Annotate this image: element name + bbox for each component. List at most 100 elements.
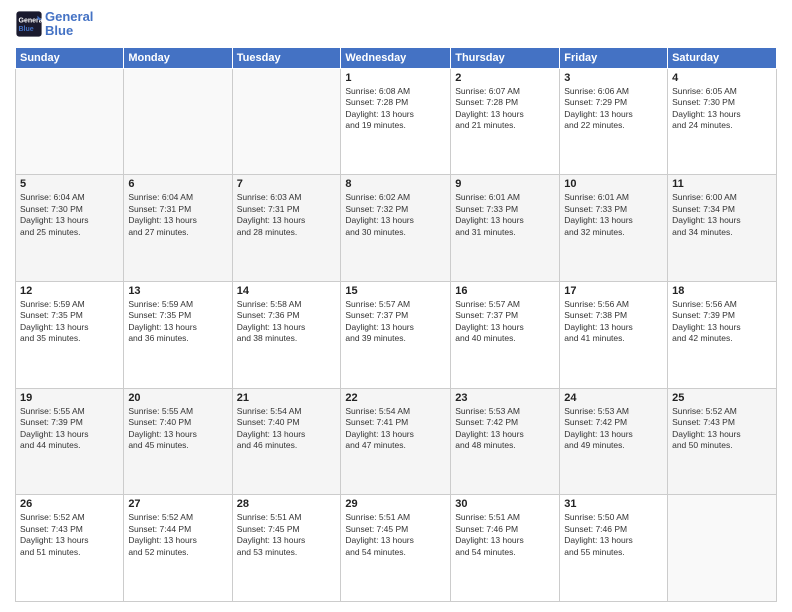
calendar-table: SundayMondayTuesdayWednesdayThursdayFrid…	[15, 47, 777, 602]
day-number: 19	[20, 392, 119, 404]
calendar-cell: 22 Sunrise: 5:54 AM Sunset: 7:41 PM Dayli…	[341, 388, 451, 495]
calendar-week-4: 19 Sunrise: 5:55 AM Sunset: 7:39 PM Dayli…	[16, 388, 777, 495]
calendar-cell: 26 Sunrise: 5:52 AM Sunset: 7:43 PM Dayli…	[16, 495, 124, 602]
day-info: Sunrise: 5:57 AM Sunset: 7:37 PM Dayligh…	[455, 299, 555, 345]
day-number: 3	[564, 72, 663, 84]
day-number: 5	[20, 178, 119, 190]
calendar-cell	[16, 68, 124, 175]
header: General Blue GeneralBlue	[15, 10, 777, 39]
day-info: Sunrise: 6:04 AM Sunset: 7:30 PM Dayligh…	[20, 192, 119, 238]
calendar-cell: 16 Sunrise: 5:57 AM Sunset: 7:37 PM Dayli…	[451, 281, 560, 388]
day-info: Sunrise: 5:54 AM Sunset: 7:40 PM Dayligh…	[237, 406, 337, 452]
calendar-cell: 18Sunrise: 5:56 AM Sunset: 7:39 PM Dayli…	[668, 281, 777, 388]
calendar-cell: 25Sunrise: 5:52 AM Sunset: 7:43 PM Dayli…	[668, 388, 777, 495]
day-number: 13	[128, 285, 227, 297]
weekday-header-thursday: Thursday	[451, 47, 560, 68]
day-number: 1	[345, 72, 446, 84]
calendar-cell: 28Sunrise: 5:51 AM Sunset: 7:45 PM Dayli…	[232, 495, 341, 602]
calendar-page: General Blue GeneralBlue SundayMondayTue…	[0, 0, 792, 612]
day-number: 9	[455, 178, 555, 190]
day-info: Sunrise: 5:56 AM Sunset: 7:38 PM Dayligh…	[564, 299, 663, 345]
calendar-cell: 19 Sunrise: 5:55 AM Sunset: 7:39 PM Dayli…	[16, 388, 124, 495]
day-info: Sunrise: 6:03 AM Sunset: 7:31 PM Dayligh…	[237, 192, 337, 238]
svg-text:Blue: Blue	[19, 26, 34, 33]
day-number: 21	[237, 392, 337, 404]
day-number: 4	[672, 72, 772, 84]
day-number: 23	[455, 392, 555, 404]
day-info: Sunrise: 5:52 AM Sunset: 7:43 PM Dayligh…	[20, 512, 119, 558]
day-info: Sunrise: 6:01 AM Sunset: 7:33 PM Dayligh…	[564, 192, 663, 238]
calendar-week-2: 5 Sunrise: 6:04 AM Sunset: 7:30 PM Daylig…	[16, 175, 777, 282]
day-number: 15	[345, 285, 446, 297]
calendar-cell: 30 Sunrise: 5:51 AM Sunset: 7:46 PM Dayli…	[451, 495, 560, 602]
day-info: Sunrise: 6:00 AM Sunset: 7:34 PM Dayligh…	[672, 192, 772, 238]
calendar-cell: 14 Sunrise: 5:58 AM Sunset: 7:36 PM Dayli…	[232, 281, 341, 388]
day-info: Sunrise: 5:56 AM Sunset: 7:39 PM Dayligh…	[672, 299, 772, 345]
calendar-week-3: 12 Sunrise: 5:59 AM Sunset: 7:35 PM Dayli…	[16, 281, 777, 388]
day-info: Sunrise: 5:53 AM Sunset: 7:42 PM Dayligh…	[564, 406, 663, 452]
calendar-cell: 17 Sunrise: 5:56 AM Sunset: 7:38 PM Dayli…	[560, 281, 668, 388]
calendar-cell: 3 Sunrise: 6:06 AM Sunset: 7:29 PM Daylig…	[560, 68, 668, 175]
day-info: Sunrise: 5:51 AM Sunset: 7:45 PM Dayligh…	[237, 512, 337, 558]
day-number: 8	[345, 178, 446, 190]
day-info: Sunrise: 6:05 AM Sunset: 7:30 PM Dayligh…	[672, 86, 772, 132]
day-number: 24	[564, 392, 663, 404]
calendar-cell: 13 Sunrise: 5:59 AM Sunset: 7:35 PM Dayli…	[124, 281, 232, 388]
calendar-cell: 7 Sunrise: 6:03 AM Sunset: 7:31 PM Daylig…	[232, 175, 341, 282]
day-number: 12	[20, 285, 119, 297]
calendar-cell: 5 Sunrise: 6:04 AM Sunset: 7:30 PM Daylig…	[16, 175, 124, 282]
day-number: 22	[345, 392, 446, 404]
calendar-week-5: 26 Sunrise: 5:52 AM Sunset: 7:43 PM Dayli…	[16, 495, 777, 602]
weekday-header-friday: Friday	[560, 47, 668, 68]
calendar-cell: 10Sunrise: 6:01 AM Sunset: 7:33 PM Dayli…	[560, 175, 668, 282]
weekday-header-monday: Monday	[124, 47, 232, 68]
day-number: 17	[564, 285, 663, 297]
day-number: 20	[128, 392, 227, 404]
logo-text: GeneralBlue	[45, 10, 93, 39]
day-info: Sunrise: 6:07 AM Sunset: 7:28 PM Dayligh…	[455, 86, 555, 132]
calendar-cell: 21 Sunrise: 5:54 AM Sunset: 7:40 PM Dayli…	[232, 388, 341, 495]
weekday-header-sunday: Sunday	[16, 47, 124, 68]
day-info: Sunrise: 5:59 AM Sunset: 7:35 PM Dayligh…	[128, 299, 227, 345]
calendar-cell: 20Sunrise: 5:55 AM Sunset: 7:40 PM Dayli…	[124, 388, 232, 495]
calendar-cell	[232, 68, 341, 175]
day-number: 2	[455, 72, 555, 84]
calendar-cell: 29Sunrise: 5:51 AM Sunset: 7:45 PM Dayli…	[341, 495, 451, 602]
day-info: Sunrise: 6:01 AM Sunset: 7:33 PM Dayligh…	[455, 192, 555, 238]
day-info: Sunrise: 6:06 AM Sunset: 7:29 PM Dayligh…	[564, 86, 663, 132]
day-number: 14	[237, 285, 337, 297]
day-number: 26	[20, 498, 119, 510]
day-number: 16	[455, 285, 555, 297]
day-info: Sunrise: 5:52 AM Sunset: 7:44 PM Dayligh…	[128, 512, 227, 558]
day-number: 31	[564, 498, 663, 510]
day-number: 30	[455, 498, 555, 510]
logo-icon: General Blue	[15, 10, 43, 38]
day-number: 6	[128, 178, 227, 190]
calendar-cell: 27Sunrise: 5:52 AM Sunset: 7:44 PM Dayli…	[124, 495, 232, 602]
day-info: Sunrise: 6:04 AM Sunset: 7:31 PM Dayligh…	[128, 192, 227, 238]
day-info: Sunrise: 5:53 AM Sunset: 7:42 PM Dayligh…	[455, 406, 555, 452]
weekday-header-saturday: Saturday	[668, 47, 777, 68]
calendar-cell: 1 Sunrise: 6:08 AM Sunset: 7:28 PM Daylig…	[341, 68, 451, 175]
day-number: 7	[237, 178, 337, 190]
day-info: Sunrise: 5:54 AM Sunset: 7:41 PM Dayligh…	[345, 406, 446, 452]
day-number: 25	[672, 392, 772, 404]
day-info: Sunrise: 5:58 AM Sunset: 7:36 PM Dayligh…	[237, 299, 337, 345]
logo: General Blue GeneralBlue	[15, 10, 93, 39]
calendar-cell: 12Sunrise: 5:59 AM Sunset: 7:35 PM Dayli…	[16, 281, 124, 388]
calendar-cell: 24 Sunrise: 5:53 AM Sunset: 7:42 PM Dayli…	[560, 388, 668, 495]
day-info: Sunrise: 5:57 AM Sunset: 7:37 PM Dayligh…	[345, 299, 446, 345]
weekday-header-row: SundayMondayTuesdayWednesdayThursdayFrid…	[16, 47, 777, 68]
day-info: Sunrise: 6:08 AM Sunset: 7:28 PM Dayligh…	[345, 86, 446, 132]
day-number: 11	[672, 178, 772, 190]
day-info: Sunrise: 5:50 AM Sunset: 7:46 PM Dayligh…	[564, 512, 663, 558]
calendar-cell: 6 Sunrise: 6:04 AM Sunset: 7:31 PM Daylig…	[124, 175, 232, 282]
calendar-cell	[124, 68, 232, 175]
calendar-cell: 31 Sunrise: 5:50 AM Sunset: 7:46 PM Dayli…	[560, 495, 668, 602]
day-number: 29	[345, 498, 446, 510]
calendar-cell: 15 Sunrise: 5:57 AM Sunset: 7:37 PM Dayli…	[341, 281, 451, 388]
day-info: Sunrise: 5:51 AM Sunset: 7:46 PM Dayligh…	[455, 512, 555, 558]
day-info: Sunrise: 5:55 AM Sunset: 7:39 PM Dayligh…	[20, 406, 119, 452]
calendar-cell: 9 Sunrise: 6:01 AM Sunset: 7:33 PM Daylig…	[451, 175, 560, 282]
weekday-header-wednesday: Wednesday	[341, 47, 451, 68]
